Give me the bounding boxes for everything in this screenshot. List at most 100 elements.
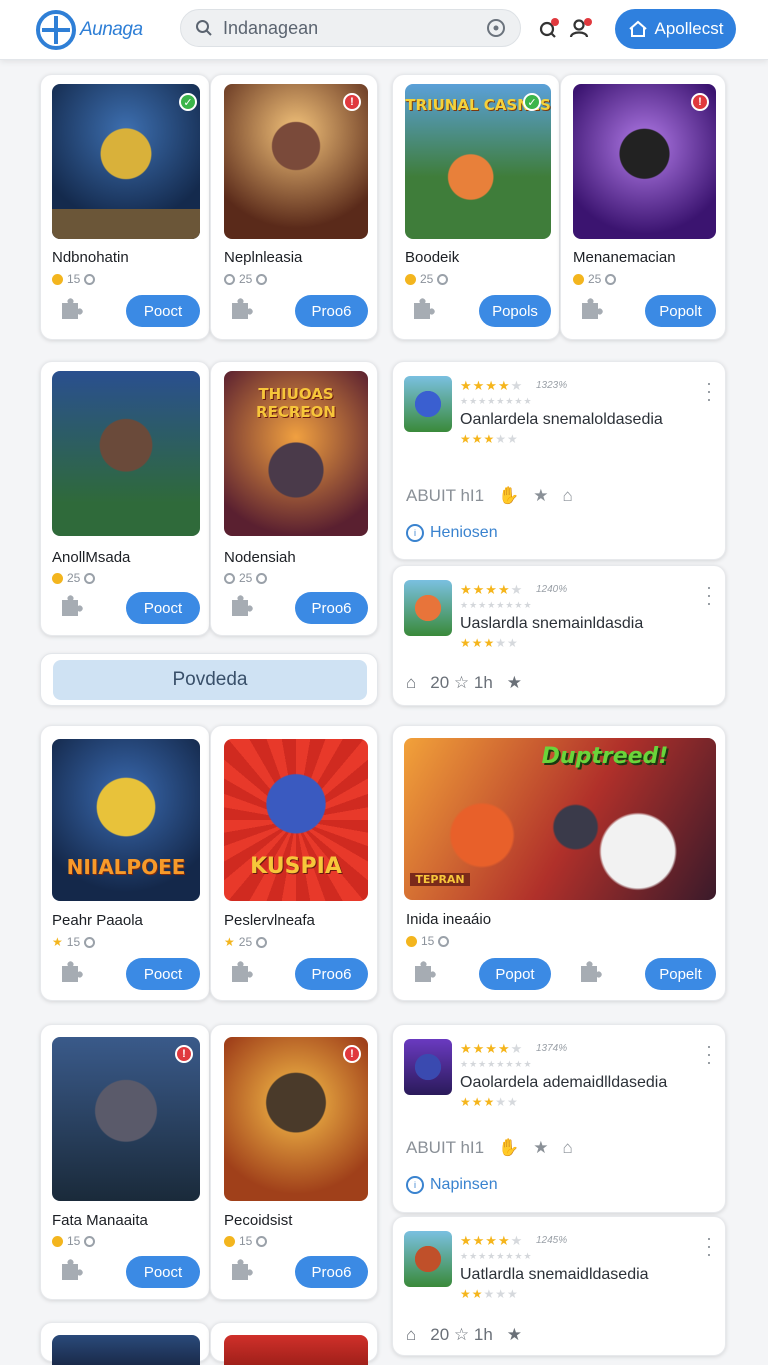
puzzle-icon[interactable] — [56, 594, 84, 620]
game-tile[interactable]: ! Menanemacian 25 Popolt — [560, 74, 726, 340]
play-button[interactable]: Proo6 — [295, 1256, 368, 1288]
review-actions: ⌂ 20 ☆ 1h ★ — [406, 673, 522, 693]
thumbs-up-icon[interactable]: ✋ — [498, 486, 519, 506]
more-options-icon[interactable]: · · · — [706, 1229, 712, 1263]
clock-icon — [84, 936, 96, 948]
game-title: Fata Manaaita — [52, 1212, 148, 1229]
play-button[interactable]: Pooct — [126, 295, 200, 327]
game-tile[interactable]: TRIUNAL CASNES ✓ Boodeik 25 Popols — [392, 74, 560, 340]
game-title: Boodeik — [405, 249, 460, 266]
review-actions-label: 20 ☆ 1h — [430, 1325, 493, 1344]
voice-search-icon[interactable] — [486, 18, 506, 38]
game-thumbnail: THIUOAS RECREON — [224, 371, 368, 536]
puzzle-icon[interactable] — [56, 960, 84, 986]
home-icon[interactable]: ⌂ — [406, 673, 416, 693]
rating-count: 1374% — [536, 1043, 568, 1054]
check-badge-icon: ✓ — [179, 93, 197, 111]
home-icon — [628, 20, 647, 37]
play-button[interactable]: Popols — [479, 295, 551, 327]
review-card[interactable]: ★★★★★ 1240% · · · ★★★★★★★★ Uaslardla snema… — [392, 565, 726, 706]
star-icon[interactable]: ★ — [507, 1325, 522, 1345]
game-tile[interactable]: AnollMsada 25 Pooct — [40, 361, 210, 636]
promo-banner[interactable]: Povdeda — [40, 653, 378, 706]
star-icon[interactable]: ★ — [507, 673, 522, 693]
notifications-icon[interactable] — [537, 16, 561, 40]
game-tile[interactable]: ! Fata Manaaita 15 Pooct — [40, 1024, 210, 1300]
puzzle-icon[interactable] — [56, 1258, 84, 1284]
more-options-icon[interactable]: · · · — [706, 1037, 712, 1071]
top-bar: Aunaga Apollecst — [0, 0, 768, 60]
rating-count: 1240% — [536, 584, 568, 595]
clock-icon — [256, 273, 268, 285]
puzzle-icon[interactable] — [226, 960, 254, 986]
game-title: Neplnleasia — [224, 249, 303, 266]
puzzle-icon[interactable] — [408, 297, 436, 323]
alert-badge-icon: ! — [691, 93, 709, 111]
review-actions-label: ABUIT hI1 — [406, 486, 485, 505]
play-button[interactable]: Popot — [479, 958, 551, 990]
logo-icon — [36, 10, 76, 50]
puzzle-icon[interactable] — [576, 297, 604, 323]
star-icon[interactable]: ★ — [533, 1138, 548, 1158]
app-thumbnail — [404, 1231, 452, 1287]
game-tile[interactable] — [40, 1322, 210, 1365]
search-bar[interactable] — [180, 9, 521, 47]
review-actions: ⌂ 20 ☆ 1h ★ — [406, 1325, 522, 1345]
search-input[interactable] — [223, 17, 476, 39]
app-thumbnail — [404, 580, 452, 636]
game-title: Pecoidsist — [224, 1212, 293, 1229]
apply-button[interactable]: Apollecst — [615, 9, 736, 49]
puzzle-icon[interactable] — [575, 960, 603, 986]
puzzle-icon[interactable] — [226, 1258, 254, 1284]
game-thumbnail — [52, 1037, 200, 1201]
puzzle-icon[interactable] — [56, 297, 84, 323]
puzzle-icon[interactable] — [226, 594, 254, 620]
game-title: Nodensiah — [224, 549, 296, 566]
game-tile[interactable]: ! Pecoidsist 15 Proo6 — [210, 1024, 378, 1300]
home-icon[interactable]: ⌂ — [563, 486, 573, 506]
play-button[interactable]: Proo6 — [295, 592, 368, 624]
review-card[interactable]: ★★★★★ 1245% · · · ★★★★★★★★ Uatlardla snema… — [392, 1216, 726, 1356]
thumbs-up-icon[interactable]: ✋ — [498, 1138, 519, 1158]
review-tag[interactable]: i Napinsen — [406, 1176, 498, 1194]
play-button[interactable]: Proo6 — [295, 295, 368, 327]
home-icon[interactable]: ⌂ — [563, 1138, 573, 1158]
play-button[interactable]: Pooct — [126, 958, 200, 990]
game-tile[interactable]: ✓ Ndbnohatin 15 Pooct — [40, 74, 210, 340]
review-actions: ABUIT hI1 ✋ ★ ⌂ — [406, 1138, 573, 1158]
game-tile[interactable]: THIUOAS RECREON Nodensiah 25 Proo6 — [210, 361, 378, 636]
game-tile[interactable] — [210, 1322, 378, 1365]
more-options-icon[interactable]: · · · — [706, 578, 712, 612]
rating-count: 1245% — [536, 1235, 568, 1246]
clock-icon — [256, 936, 268, 948]
rating-stars: ★★★★★ — [460, 1233, 524, 1248]
play-button[interactable]: Popelt — [645, 958, 716, 990]
clock-icon — [224, 273, 235, 285]
game-meta: 15 — [52, 1234, 96, 1248]
review-card[interactable]: ★★★★★ 1374% · · · ★★★★★★★★ Oaolardela adem… — [392, 1024, 726, 1213]
play-button[interactable]: Pooct — [126, 1256, 200, 1288]
game-title: Peahr Paaola — [52, 912, 143, 929]
profile-icon[interactable] — [569, 16, 593, 40]
more-options-icon[interactable]: · · · — [706, 374, 712, 408]
review-card[interactable]: ★★★★★ 1323% · · · ★★★★★★★★ Oanlardela snem… — [392, 361, 726, 560]
clock-icon — [605, 273, 617, 285]
game-title: Peslervlneafa — [224, 912, 315, 929]
game-thumbnail — [52, 84, 200, 239]
puzzle-icon[interactable] — [409, 960, 437, 986]
home-icon[interactable]: ⌂ — [406, 1325, 416, 1345]
play-button[interactable]: Popolt — [645, 295, 716, 327]
clock-icon — [84, 273, 96, 285]
play-button[interactable]: Proo6 — [295, 958, 368, 990]
game-tile[interactable]: ! Neplnleasia 25 Proo6 — [210, 74, 378, 340]
review-tag[interactable]: i Heniosen — [406, 524, 498, 542]
play-button[interactable]: Pooct — [126, 592, 200, 624]
rating-stars: ★★★★★ — [460, 1095, 519, 1109]
game-tile[interactable]: KUSPIA Peslervlneafa ★ 25 Proo6 — [210, 725, 378, 1001]
featured-card[interactable]: Duptreed! TEPRAN Inida ineaáio 15 Popot … — [392, 725, 726, 1001]
game-tile[interactable]: NIIALPOEE Peahr Paaola ★ 15 Pooct — [40, 725, 210, 1001]
app-logo[interactable]: Aunaga — [36, 10, 143, 50]
star-icon[interactable]: ★ — [533, 486, 548, 506]
rating-stars: ★★★★★ — [460, 432, 519, 446]
puzzle-icon[interactable] — [226, 297, 254, 323]
